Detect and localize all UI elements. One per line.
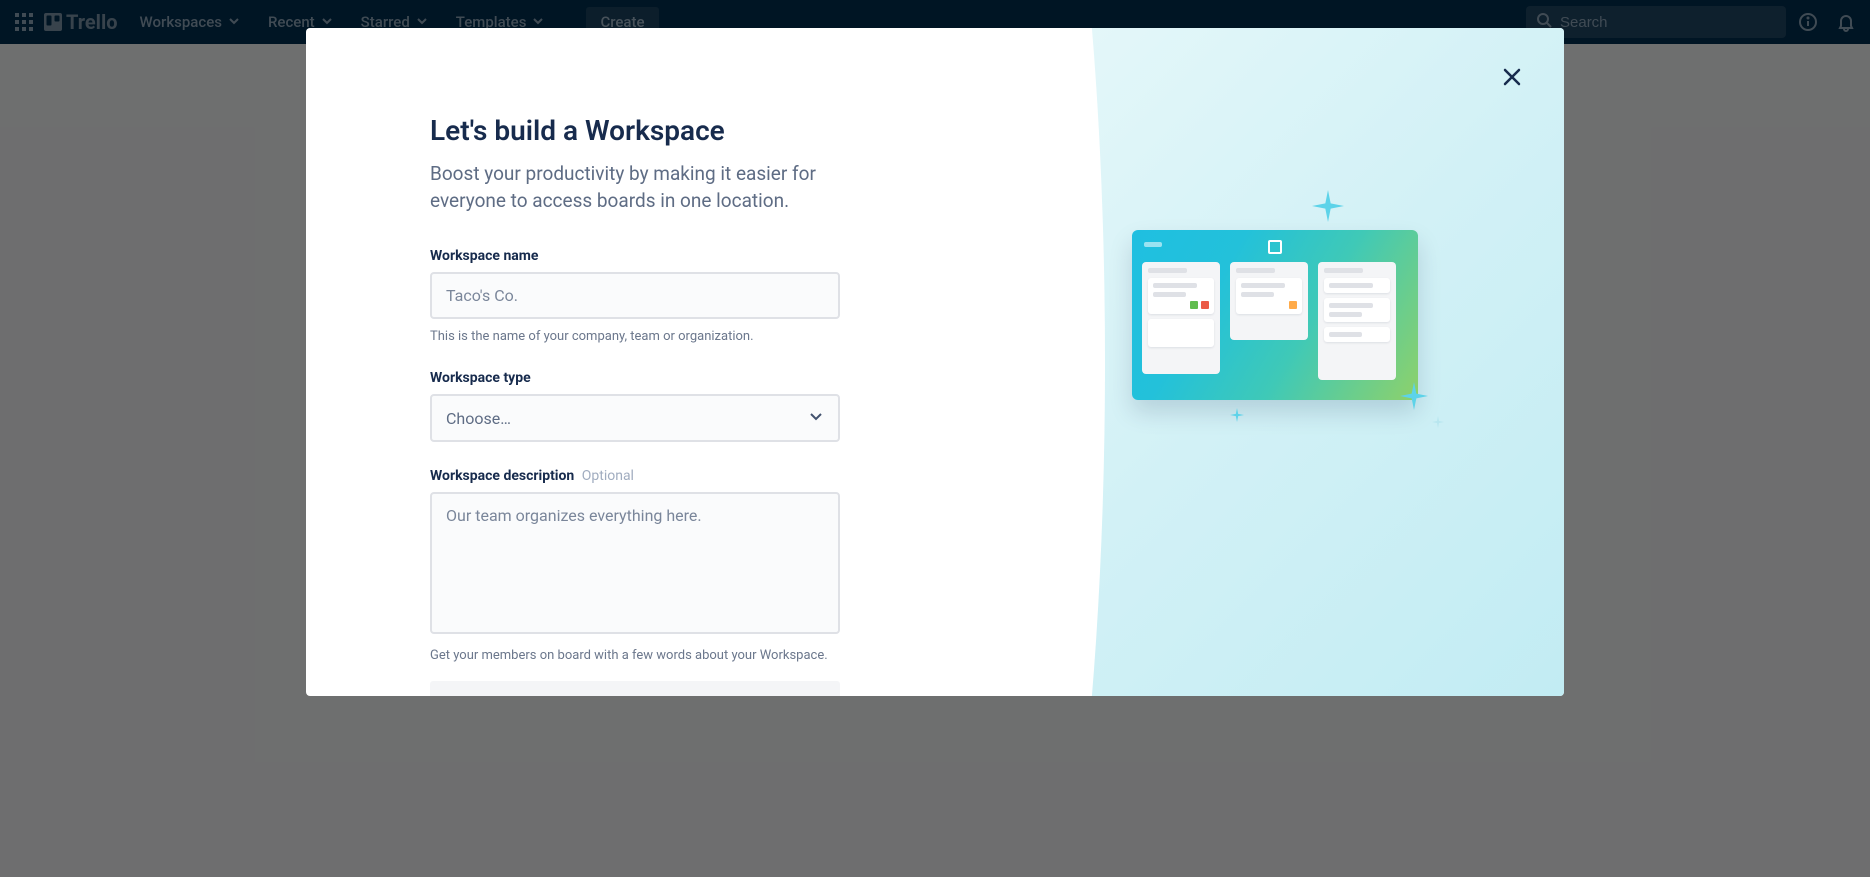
continue-label: Continue (603, 695, 667, 696)
workspace-name-label: Workspace name (430, 248, 840, 264)
modal-subtitle: Boost your productivity by making it eas… (430, 161, 820, 214)
close-icon (1501, 66, 1523, 95)
close-button[interactable] (1496, 64, 1528, 96)
workspace-name-helper: This is the name of your company, team o… (430, 329, 840, 344)
modal-illustration-panel (985, 28, 1564, 696)
workspace-type-select[interactable]: Choose… (430, 394, 840, 442)
workspace-description-input[interactable] (430, 492, 840, 634)
chevron-down-icon (808, 408, 824, 428)
modal-title: Let's build a Workspace (430, 114, 840, 147)
sparkle-icon (1312, 190, 1344, 222)
sparkle-icon (1230, 408, 1244, 422)
workspace-description-helper: Get your members on board with a few wor… (430, 648, 840, 663)
workspace-description-field: Workspace description Optional Get your … (430, 468, 840, 663)
sparkle-icon (1432, 416, 1444, 428)
workspace-type-label: Workspace type (430, 370, 840, 386)
sparkle-icon (1400, 382, 1428, 410)
workspace-description-label: Workspace description Optional (430, 468, 840, 484)
workspace-name-field: Workspace name This is the name of your … (430, 248, 840, 344)
optional-tag: Optional (582, 468, 634, 484)
workspace-type-field: Workspace type Choose… (430, 370, 840, 442)
continue-button[interactable]: Continue (430, 681, 840, 696)
create-workspace-modal: Let's build a Workspace Boost your produ… (306, 28, 1564, 696)
workspace-name-input[interactable] (430, 272, 840, 319)
workspace-illustration (1132, 230, 1418, 400)
workspace-type-value: Choose… (446, 409, 511, 428)
modal-overlay: Let's build a Workspace Boost your produ… (0, 0, 1870, 877)
